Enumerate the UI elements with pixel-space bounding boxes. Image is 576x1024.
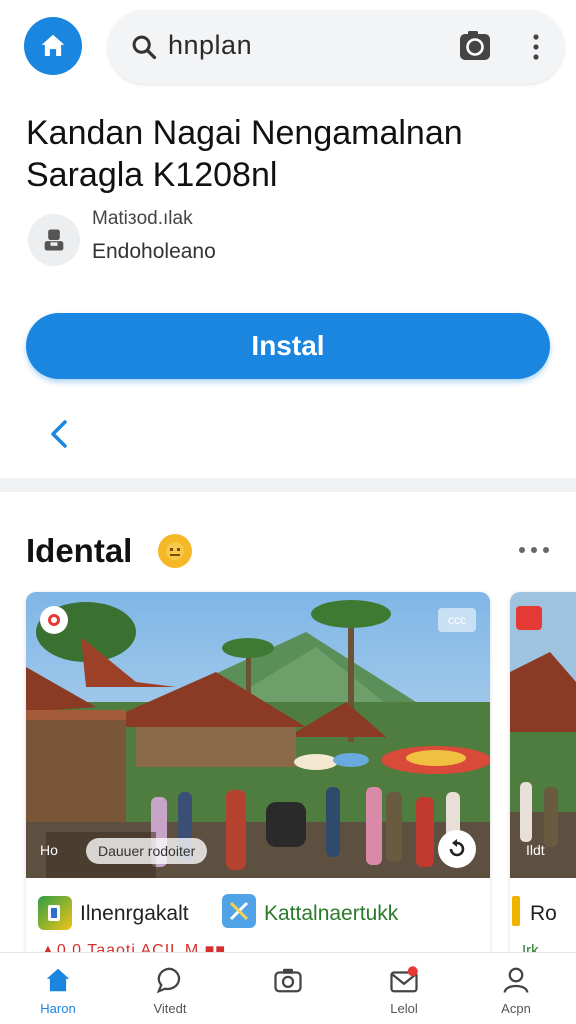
- village-market-image: [26, 592, 490, 878]
- image-caption-chip: Dauuer rodoiter: [86, 838, 208, 864]
- developer-avatar[interactable]: [28, 214, 80, 266]
- bottom-nav: Haron Vitedt Lelol Acpn: [0, 952, 576, 1024]
- lens-camera-icon[interactable]: [458, 30, 492, 62]
- nav-item-home[interactable]: Haron: [10, 953, 106, 1024]
- search-icon: [132, 35, 157, 60]
- more-vert-icon[interactable]: [526, 30, 546, 64]
- developer-subtitle: Endoholeano: [92, 240, 216, 263]
- source-logo-icon: [40, 606, 68, 634]
- play-button[interactable]: [438, 830, 476, 868]
- nav-item-chat[interactable]: Vitedt: [122, 953, 218, 1024]
- app-title-line1: Kandan Nagai Nengamalnan: [26, 114, 463, 152]
- search-query[interactable]: hnplan: [168, 30, 252, 61]
- next-card-logo-icon: [516, 606, 542, 630]
- more-horiz-icon[interactable]: [518, 546, 550, 554]
- app1-icon[interactable]: [38, 896, 72, 930]
- image-tag: Ho: [40, 842, 58, 858]
- person-icon: [503, 967, 529, 993]
- next-card-image: [510, 592, 576, 878]
- developer-name[interactable]: Matiзod.ılak: [92, 208, 193, 230]
- app1-name[interactable]: Ilnenrgakalt: [80, 902, 189, 926]
- app2-icon[interactable]: [222, 894, 256, 928]
- nav-label-account: Acpn: [501, 1001, 531, 1016]
- card-apps-row: Ilnenrgakalt Kattalnaertukk: [26, 892, 490, 934]
- featured-card[interactable]: ᴄᴄᴄ Ho Dauuer rodoiter Ilnenrgakalt Katt…: [26, 592, 490, 962]
- install-button[interactable]: Instal: [26, 313, 550, 379]
- media-badge: ᴄᴄᴄ: [438, 608, 476, 632]
- app-title-line2: Saragla K1208nl: [26, 156, 278, 194]
- nav-item-mail[interactable]: Lelol: [356, 953, 452, 1024]
- search-bar[interactable]: hnplan: [108, 10, 564, 84]
- mail-icon: [390, 966, 418, 993]
- home-button[interactable]: [24, 17, 82, 75]
- section-divider: [0, 478, 576, 492]
- home-icon: [46, 968, 70, 992]
- replay-icon: [449, 839, 465, 857]
- nav-label-mail: Lelol: [390, 1001, 418, 1016]
- chat-icon: [156, 967, 181, 994]
- section-title: Idental: [26, 532, 133, 569]
- top-bar: hnplan: [0, 0, 576, 96]
- next-card-app-name[interactable]: Ro: [530, 902, 557, 926]
- app2-name[interactable]: Kattalnaertukk: [264, 902, 398, 926]
- next-card-tag: Ildt: [526, 842, 545, 858]
- nav-item-account[interactable]: Acpn: [468, 953, 564, 1024]
- nav-item-camera[interactable]: [240, 953, 336, 1024]
- developer-icon: [44, 229, 64, 251]
- emoji-badge-icon: [158, 534, 192, 568]
- next-card[interactable]: Ildt Ro Irk: [510, 592, 576, 962]
- next-card-app-icon: [512, 896, 520, 926]
- camera-icon: [274, 968, 302, 993]
- nav-label-home: Haron: [40, 1001, 76, 1016]
- app-title: Kandan Nagai Nengamalnan Saragla K1208nl: [26, 112, 556, 196]
- home-icon: [41, 34, 65, 56]
- nav-label-chat: Vitedt: [153, 1001, 187, 1016]
- chevron-left-icon[interactable]: [46, 418, 72, 450]
